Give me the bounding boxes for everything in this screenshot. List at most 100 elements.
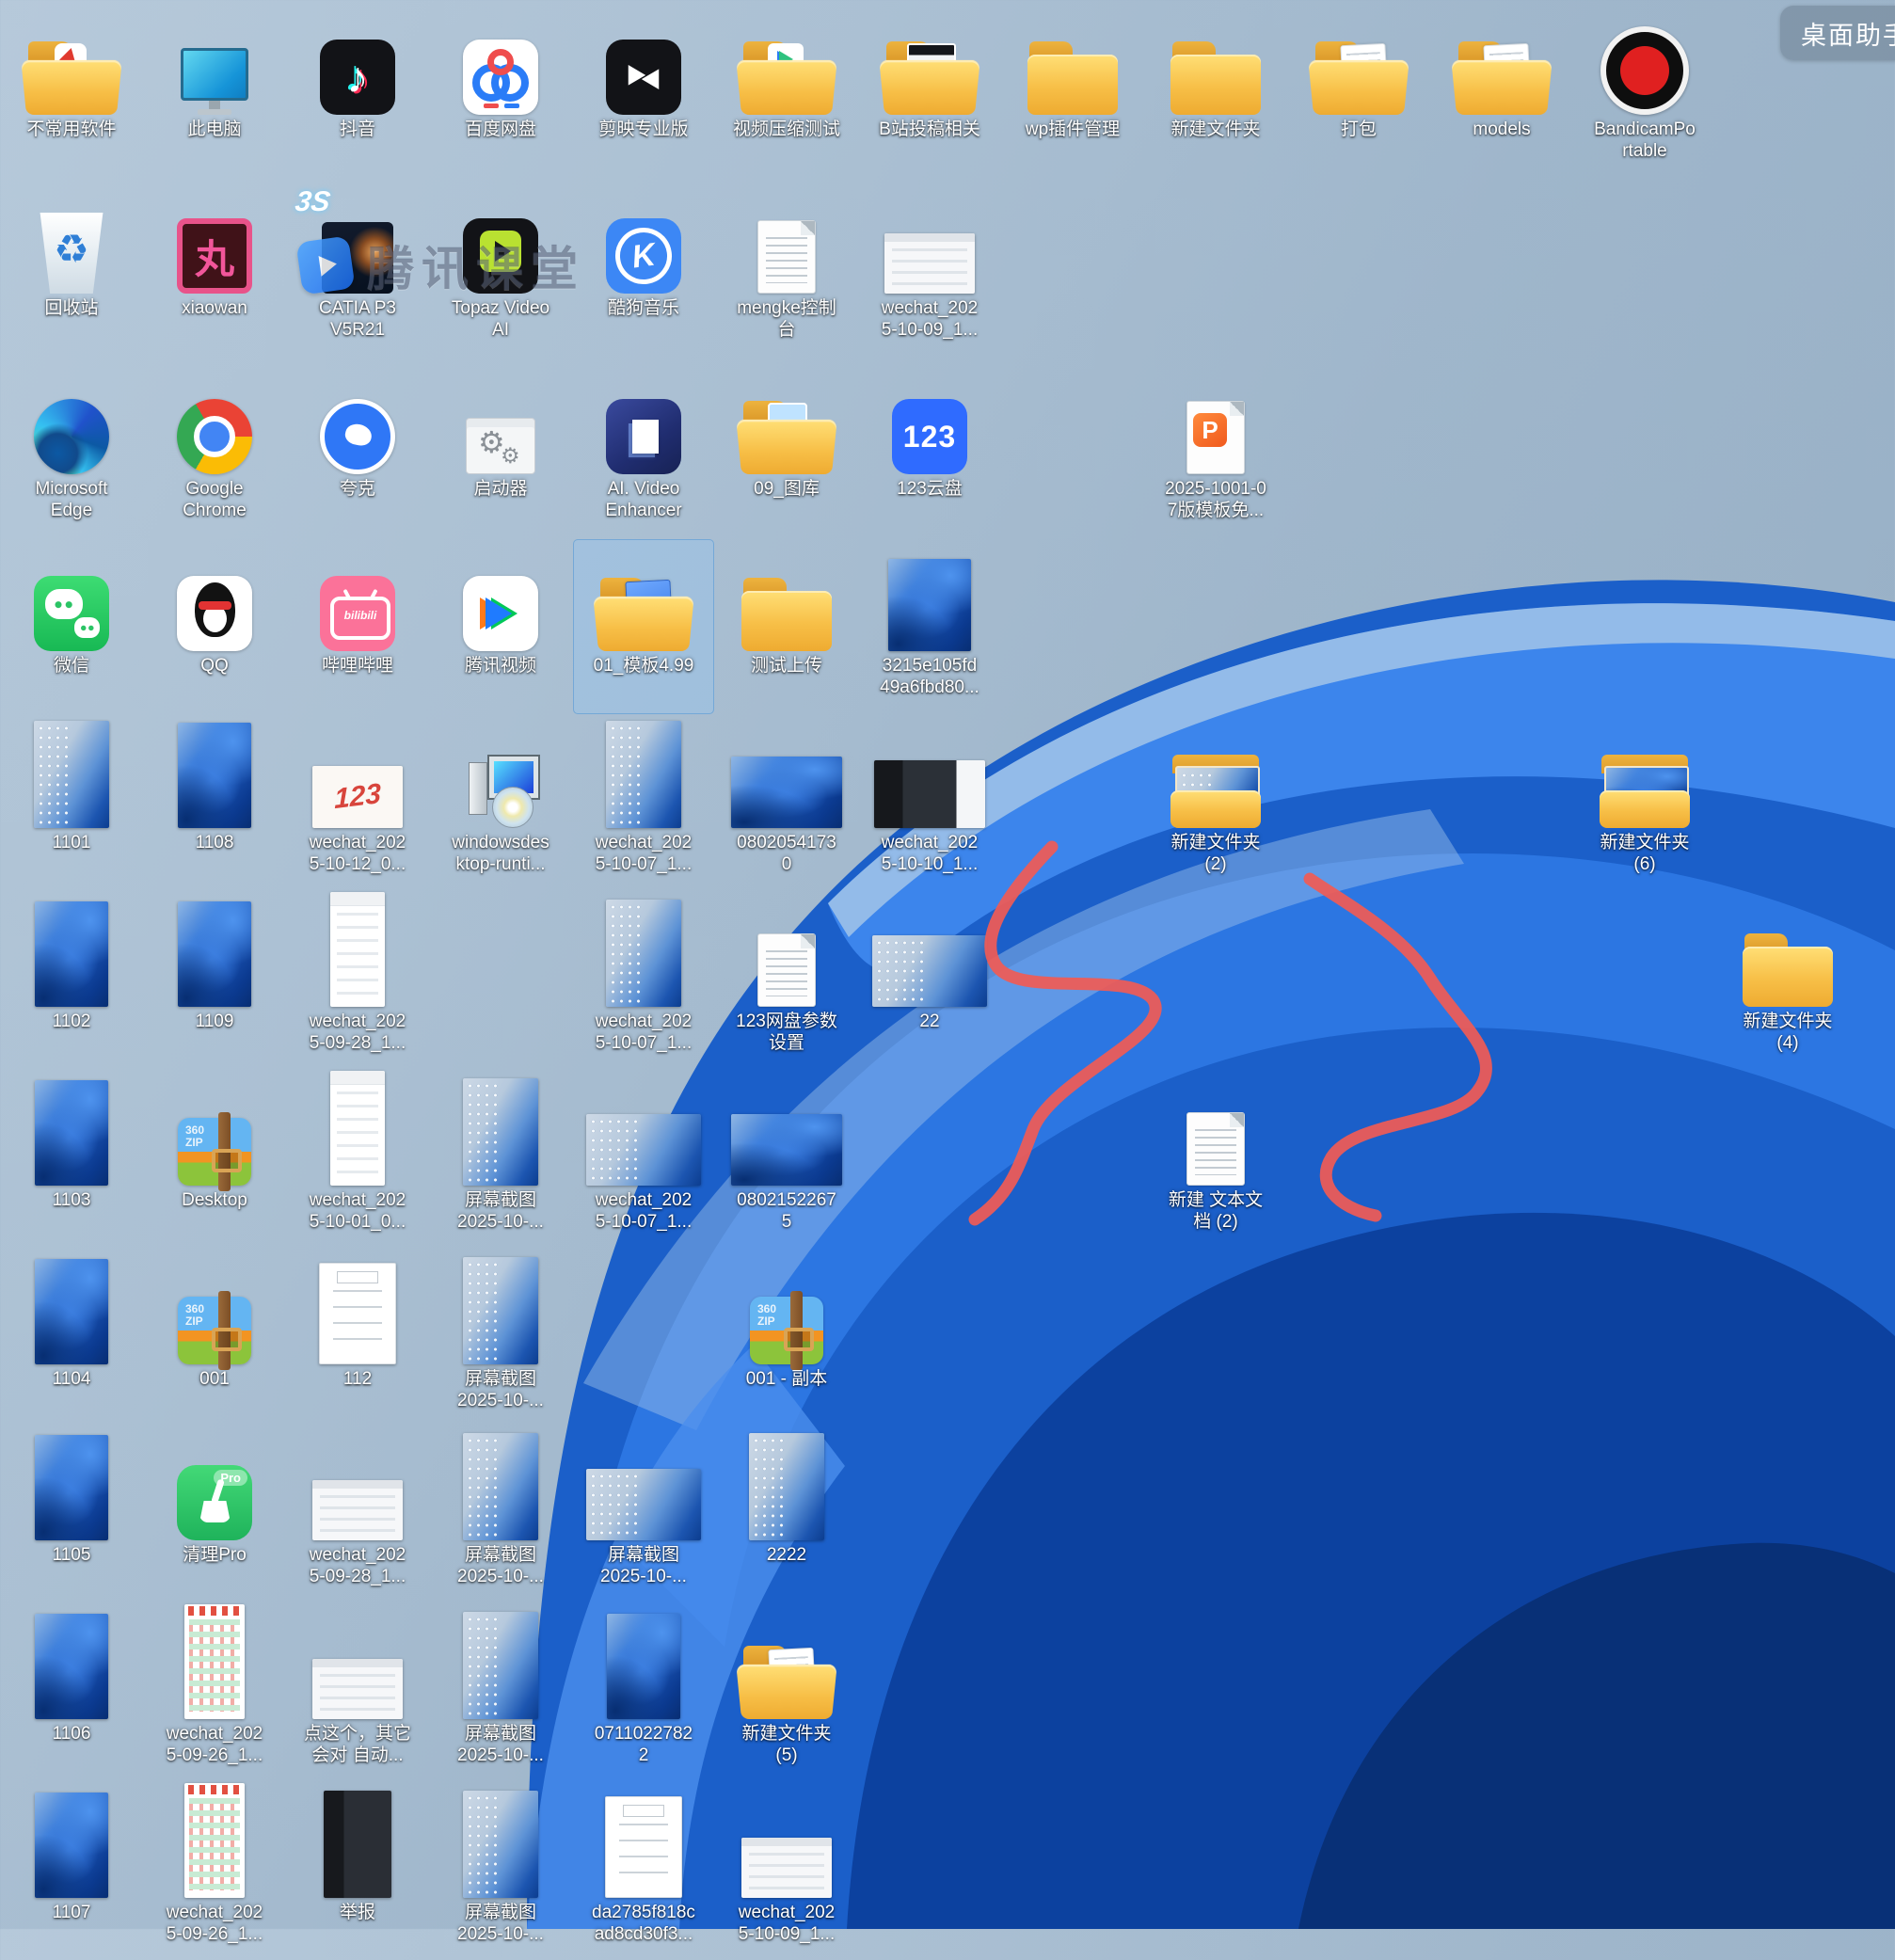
desktop-icon-cloud-123[interactable]: 123 123云盘 xyxy=(860,363,999,536)
zip-001-copy-label: 001 - 副本 xyxy=(745,1369,828,1389)
desktop-icon-wechat-2025-10-09-a[interactable]: wechat_202 5-10-09_1... xyxy=(860,183,999,356)
windowsdesktop-runtime-icon xyxy=(464,717,540,828)
template-folder-499-icon xyxy=(593,540,694,651)
desktop-icon-img-2222[interactable]: 2222 xyxy=(717,1429,856,1602)
desktop-icon-img-1102[interactable]: 1102 xyxy=(2,896,141,1069)
desktop-icon-microsoft-edge[interactable]: Microsoft Edge xyxy=(2,363,141,536)
desktop-icon-wechat-2025-09-26-b[interactable]: wechat_202 5-09-26_1... xyxy=(145,1783,284,1960)
new-folder-5-icon xyxy=(736,1608,837,1719)
desktop-icon-gallery-09[interactable]: 09_图库 xyxy=(717,363,856,536)
this-pc-icon xyxy=(181,4,248,115)
desktop-icon-img-1104[interactable]: 1104 xyxy=(2,1253,141,1426)
desktop-icon-template-folder-499[interactable]: 01_模板4.99 xyxy=(573,539,714,714)
desktop-icon-wechat-2025-10-07-b[interactable]: wechat_202 5-10-07_1... xyxy=(574,896,713,1069)
desktop-icon-screenshot-2025-10-f[interactable]: 屏幕截图 2025-10-... xyxy=(431,1787,570,1960)
desktop-icon-img-08021522675[interactable]: 0802152267 5 xyxy=(717,1075,856,1248)
desktop-icon-img-07110227822[interactable]: 0711022782 2 xyxy=(574,1608,713,1781)
desktop-icon-google-chrome[interactable]: Google Chrome xyxy=(145,363,284,536)
desktop-icon-wechat-2025-10-07-a[interactable]: wechat_202 5-10-07_1... xyxy=(574,717,713,890)
desktop-icon-topaz-video-ai[interactable]: Topaz Video AI xyxy=(431,183,570,356)
img-1103-icon xyxy=(35,1075,108,1186)
desktop-icon-video-compress-test[interactable]: 视频压缩测试 xyxy=(717,4,856,177)
desktop-icon-wechat-2025-10-01[interactable]: wechat_202 5-10-01_0... xyxy=(288,1071,427,1248)
desktop-icon-ai-video-enhancer[interactable]: AI. Video Enhancer xyxy=(574,363,713,536)
desktop-icon-click-this-auto[interactable]: 点这个，其它 会对 自动... xyxy=(288,1608,427,1781)
desktop-icon-new-folder-4[interactable]: 新建文件夹 (4) xyxy=(1718,896,1857,1069)
desktop-icon-new-folder-5[interactable]: 新建文件夹 (5) xyxy=(717,1608,856,1781)
desktop-icon-douyin[interactable]: ♪ 抖音 xyxy=(288,4,427,177)
desktop-icon-qq-app[interactable]: QQ xyxy=(145,540,284,713)
desktop-icon-tencent-video[interactable]: 腾讯视频 xyxy=(431,540,570,713)
desktop-icon-this-pc[interactable]: 此电脑 xyxy=(145,4,284,177)
desktop-icon-cloud123-params[interactable]: 123网盘参数 设置 xyxy=(717,896,856,1069)
google-chrome-label: Google Chrome xyxy=(183,479,247,520)
desktop-icon-img-1109[interactable]: 1109 xyxy=(145,896,284,1069)
desktop-icon-launcher[interactable]: ⚙ ⚙ 启动器 xyxy=(431,363,570,536)
desktop-icon-img-1108[interactable]: 1108 xyxy=(145,717,284,890)
desktop-icon-new-text-doc-2[interactable]: 新建 文本文 档 (2) xyxy=(1146,1075,1285,1248)
desktop-icon-mengke-console[interactable]: mengke控制 台 xyxy=(717,183,856,356)
desktop-icon-zip-001[interactable]: 360 ZIP 001 xyxy=(145,1253,284,1426)
this-pc-label: 此电脑 xyxy=(187,120,242,139)
new-folder-2-icon xyxy=(1170,717,1261,828)
desktop-icon-wechat-2025-09-26-a[interactable]: wechat_202 5-09-26_1... xyxy=(145,1604,284,1781)
desktop-icon-img-1105[interactable]: 1105 xyxy=(2,1429,141,1602)
bandicam-portable-icon xyxy=(1600,4,1689,115)
screenshot-2025-10-a-icon xyxy=(463,1075,538,1186)
bandicam-portable-label: BandicamPo rtable xyxy=(1594,120,1696,161)
desktop-icon-bilibili-app[interactable]: bilibili 哔哩哔哩 xyxy=(288,540,427,713)
desktop-icon-bandicam-portable[interactable]: BandicamPo rtable xyxy=(1575,4,1714,177)
desktop-icon-wechat-2025-10-07-c[interactable]: wechat_202 5-10-07_1... xyxy=(574,1075,713,1248)
desktop-icon-img-1107[interactable]: 1107 xyxy=(2,1787,141,1960)
wechat-2025-10-07-a-icon xyxy=(606,717,681,828)
desktop-icon-capcut-pro[interactable]: 剪映专业版 xyxy=(574,4,713,177)
desktop-icon-doc-da2785f818c[interactable]: da2785f818c ad8cd30f3... xyxy=(574,1787,713,1960)
desktop-icon-screenshot-2025-10-c[interactable]: 屏幕截图 2025-10-... xyxy=(431,1429,570,1602)
desktop-icon-wechat-2025-10-12[interactable]: 123 wechat_202 5-10-12_0... xyxy=(288,717,427,890)
desktop-icon-new-folder-2[interactable]: 新建文件夹 (2) xyxy=(1146,717,1285,890)
new-folder-6-label: 新建文件夹 (6) xyxy=(1600,833,1690,874)
img-07110227822-label: 0711022782 2 xyxy=(594,1724,693,1765)
desktop-icon-windowsdesktop-runtime[interactable]: windowsdes ktop-runti... xyxy=(431,717,570,890)
desktop-icon-desktop-zip[interactable]: 360 ZIP Desktop xyxy=(145,1075,284,1248)
desktop-icon-wechat-app[interactable]: 微信 xyxy=(2,540,141,713)
desktop-icon-xiaowan[interactable]: 丸 xiaowan xyxy=(145,183,284,356)
desktop-icon-infrequent-software[interactable]: 不常用软件 xyxy=(2,4,141,177)
desktop-assistant-button[interactable]: 桌面助手 xyxy=(1780,6,1895,60)
desktop-icon-img-22[interactable]: 22 xyxy=(860,896,999,1069)
desktop-icon-baidu-netdisk[interactable]: 百度网盘 xyxy=(431,4,570,177)
desktop-icon-img-1106[interactable]: 1106 xyxy=(2,1608,141,1781)
desktop-icon-template-2025-1001[interactable]: P 2025-1001-0 7版模板免... xyxy=(1146,363,1285,536)
desktop-icon-screenshot-2025-10-b[interactable]: 屏幕截图 2025-10-... xyxy=(431,1253,570,1426)
desktop-icon-img-1101[interactable]: 1101 xyxy=(2,717,141,890)
screenshot-2025-10-e-icon xyxy=(463,1608,538,1719)
desktop-icon-img-112[interactable]: 112 xyxy=(288,1253,427,1426)
desktop-icon-screenshot-2025-10-e[interactable]: 屏幕截图 2025-10-... xyxy=(431,1608,570,1781)
desktop-icon-models[interactable]: models xyxy=(1432,4,1571,177)
desktop-icon-report[interactable]: 举报 xyxy=(288,1787,427,1960)
new-text-doc-2-label: 新建 文本文 档 (2) xyxy=(1168,1190,1264,1232)
desktop-icon-img-1103[interactable]: 1103 xyxy=(2,1075,141,1248)
desktop-icon-bilibili-upload[interactable]: B站投稿相关 xyxy=(860,4,999,177)
desktop-icon-quark[interactable]: 夸克 xyxy=(288,363,427,536)
desktop-icon-wechat-2025-10-09-b[interactable]: wechat_202 5-10-09_1... xyxy=(717,1787,856,1960)
desktop-icon-pack[interactable]: 打包 xyxy=(1289,4,1428,177)
desktop-icon-screenshot-2025-10-a[interactable]: 屏幕截图 2025-10-... xyxy=(431,1075,570,1248)
desktop-icon-recycle-bin[interactable]: ♻ 回收站 xyxy=(2,183,141,356)
desktop-icon-new-folder[interactable]: 新建文件夹 xyxy=(1146,4,1285,177)
desktop-icon-img-08020541730[interactable]: 0802054173 0 xyxy=(717,717,856,890)
desktop-icon-wp-plugin-manage[interactable]: wp插件管理 xyxy=(1003,4,1142,177)
capcut-pro-icon xyxy=(606,4,681,115)
desktop-icon-wechat-2025-09-28-a[interactable]: wechat_202 5-09-28_1... xyxy=(288,892,427,1069)
desktop-icon-img-3215e105[interactable]: 3215e105fd 49a6fbd80... xyxy=(860,540,999,713)
desktop-icon-catia-v5r21[interactable]: 3S CATIA P3 V5R21 xyxy=(288,183,427,356)
desktop-icons: 不常用软件 此电脑 ♪ 抖音 百度网盘 剪映专业版 视频压缩测试 B站投稿相关 wp插件管理 新建… xyxy=(0,0,1895,1944)
desktop-icon-test-upload[interactable]: 测试上传 xyxy=(717,540,856,713)
desktop-icon-wechat-2025-09-28-b[interactable]: wechat_202 5-09-28_1... xyxy=(288,1429,427,1602)
desktop-icon-wechat-2025-10-10[interactable]: wechat_202 5-10-10_1... xyxy=(860,717,999,890)
desktop-icon-screenshot-2025-10-d[interactable]: 屏幕截图 2025-10-... xyxy=(574,1429,713,1602)
desktop-icon-zip-001-copy[interactable]: 360 ZIP 001 - 副本 xyxy=(717,1253,856,1426)
desktop-icon-cleaner-pro[interactable]: Pro 清理Pro xyxy=(145,1429,284,1602)
desktop-icon-kugou-music[interactable]: K 酷狗音乐 xyxy=(574,183,713,356)
desktop-icon-new-folder-6[interactable]: 新建文件夹 (6) xyxy=(1575,717,1714,890)
